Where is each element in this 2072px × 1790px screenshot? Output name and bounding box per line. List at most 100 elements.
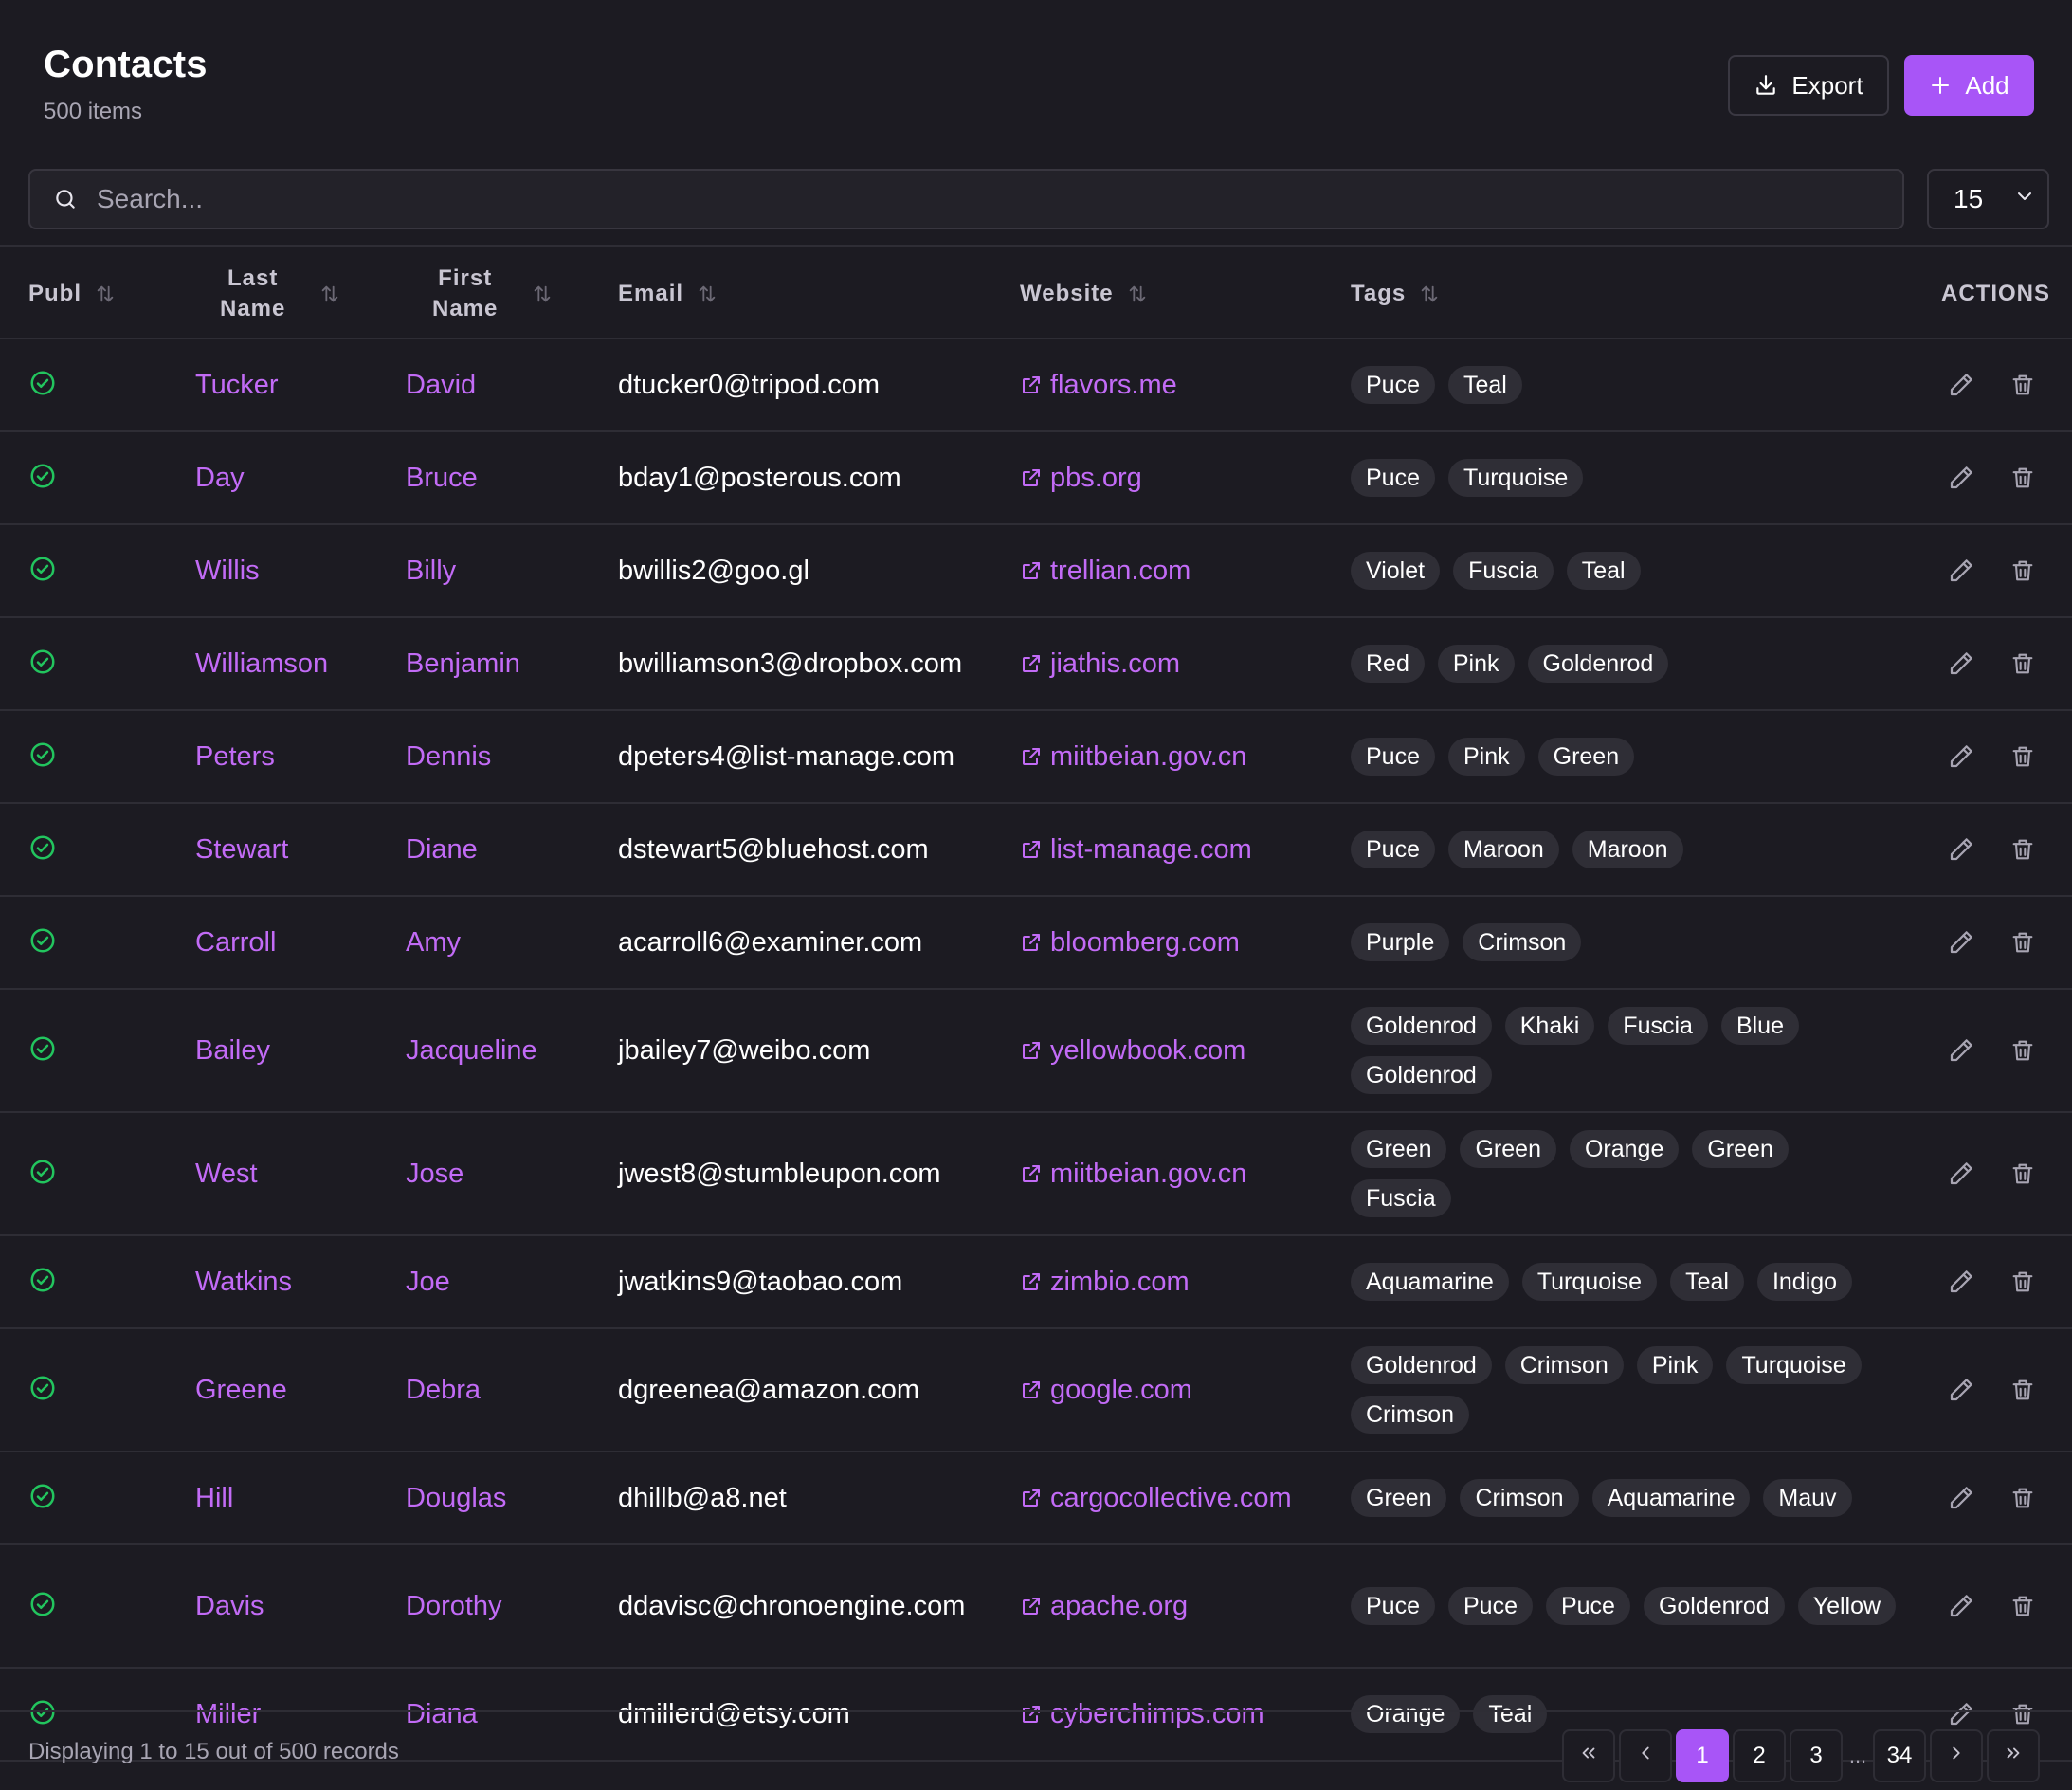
first-name-link[interactable]: Jose [406, 1113, 463, 1234]
edit-button[interactable] [1947, 1113, 1975, 1234]
edit-button[interactable] [1947, 339, 1975, 430]
last-name-link[interactable]: Day [195, 432, 245, 523]
first-name-link[interactable]: Debra [406, 1329, 481, 1451]
table-row[interactable]: Greene Debra dgreenea@amazon.com google.com… [0, 1329, 2072, 1452]
delete-button[interactable] [2009, 525, 2036, 616]
next-page-button[interactable] [1930, 1729, 1983, 1782]
delete-button[interactable] [2009, 1329, 2036, 1451]
first-name-link[interactable]: Bruce [406, 432, 478, 523]
first-name-link[interactable]: Dorothy [406, 1545, 502, 1667]
table-row[interactable]: Bailey Jacqueline jbailey7@weibo.com yellow… [0, 990, 2072, 1113]
export-button[interactable]: Export [1728, 55, 1889, 116]
first-name-link[interactable]: Diane [406, 804, 478, 895]
prev-page-button[interactable] [1619, 1729, 1672, 1782]
first-name-link[interactable]: Benjamin [406, 618, 520, 709]
edit-button[interactable] [1947, 1452, 1975, 1543]
sort-icon[interactable] [1127, 283, 1148, 304]
delete-button[interactable] [2009, 990, 2036, 1111]
last-name-link[interactable]: Hill [195, 1452, 233, 1543]
column-header-tags[interactable]: Tags [1351, 247, 1440, 341]
page-button-1[interactable]: 1 [1676, 1729, 1729, 1782]
website-link[interactable]: google.com [1020, 1329, 1192, 1451]
website-link[interactable]: yellowbook.com [1020, 990, 1245, 1111]
search-box[interactable] [28, 169, 1904, 229]
first-name-link[interactable]: Dennis [406, 711, 491, 802]
last-name-link[interactable]: Greene [195, 1329, 287, 1451]
column-header-first-name[interactable]: First Name [432, 247, 553, 341]
website-link[interactable]: flavors.me [1020, 339, 1177, 430]
column-header-website[interactable]: Website [1020, 247, 1148, 341]
last-name-link[interactable]: Bailey [195, 990, 270, 1111]
first-name-link[interactable]: Billy [406, 525, 456, 616]
last-name-link[interactable]: Carroll [195, 897, 276, 988]
last-name-link[interactable]: Williamson [195, 618, 328, 709]
sort-icon[interactable] [532, 283, 553, 304]
column-header-email[interactable]: Email [618, 247, 718, 341]
search-input[interactable] [97, 184, 1902, 214]
website-link[interactable]: jiathis.com [1020, 618, 1180, 709]
website-link[interactable]: pbs.org [1020, 432, 1142, 523]
delete-button[interactable] [2009, 1545, 2036, 1667]
delete-button[interactable] [2009, 1236, 2036, 1327]
website-link[interactable]: trellian.com [1020, 525, 1190, 616]
website-link[interactable]: apache.org [1020, 1545, 1188, 1667]
table-row[interactable]: Stewart Diane dstewart5@bluehost.com list-m… [0, 804, 2072, 897]
edit-button[interactable] [1947, 618, 1975, 709]
column-header-last-name[interactable]: Last Name [220, 247, 340, 341]
table-row[interactable]: West Jose jwest8@stumbleupon.com miitbeian.… [0, 1113, 2072, 1236]
last-name-link[interactable]: West [195, 1113, 258, 1234]
first-page-button[interactable] [1562, 1729, 1615, 1782]
first-name-link[interactable]: David [406, 339, 476, 430]
edit-button[interactable] [1947, 1236, 1975, 1327]
delete-button[interactable] [2009, 1113, 2036, 1234]
last-page-button[interactable] [1987, 1729, 2040, 1782]
column-header-published[interactable]: Publ [28, 247, 116, 341]
last-name-link[interactable]: Stewart [195, 804, 288, 895]
edit-button[interactable] [1947, 1545, 1975, 1667]
add-button[interactable]: Add [1904, 55, 2034, 116]
delete-button[interactable] [2009, 339, 2036, 430]
last-name-link[interactable]: Davis [195, 1545, 264, 1667]
page-button-2[interactable]: 2 [1733, 1729, 1786, 1782]
last-name-link[interactable]: Willis [195, 525, 260, 616]
delete-button[interactable] [2009, 897, 2036, 988]
table-row[interactable]: Hill Douglas dhillb@a8.net cargocollective.… [0, 1452, 2072, 1545]
page-button-3[interactable]: 3 [1790, 1729, 1843, 1782]
table-row[interactable]: Williamson Benjamin bwilliamson3@dropbox.c… [0, 618, 2072, 711]
table-row[interactable]: Day Bruce bday1@posterous.com pbs.org Puce Tu… [0, 432, 2072, 525]
table-row[interactable]: Tucker David dtucker0@tripod.com flavors.me… [0, 339, 2072, 432]
sort-icon[interactable] [319, 283, 340, 304]
website-link[interactable]: cargocollective.com [1020, 1452, 1292, 1543]
first-name-link[interactable]: Douglas [406, 1452, 506, 1543]
delete-button[interactable] [2009, 804, 2036, 895]
website-link[interactable]: list-manage.com [1020, 804, 1252, 895]
edit-button[interactable] [1947, 711, 1975, 802]
delete-button[interactable] [2009, 1452, 2036, 1543]
delete-button[interactable] [2009, 432, 2036, 523]
first-name-link[interactable]: Amy [406, 897, 461, 988]
website-link[interactable]: bloomberg.com [1020, 897, 1240, 988]
sort-icon[interactable] [1419, 283, 1440, 304]
edit-button[interactable] [1947, 804, 1975, 895]
edit-button[interactable] [1947, 1329, 1975, 1451]
last-name-link[interactable]: Tucker [195, 339, 279, 430]
last-name-link[interactable]: Peters [195, 711, 275, 802]
delete-button[interactable] [2009, 711, 2036, 802]
table-row[interactable]: Carroll Amy acarroll6@examiner.com bloomber… [0, 897, 2072, 990]
edit-button[interactable] [1947, 525, 1975, 616]
table-row[interactable]: Peters Dennis dpeters4@list-manage.com miit… [0, 711, 2072, 804]
sort-icon[interactable] [95, 283, 116, 304]
edit-button[interactable] [1947, 432, 1975, 523]
first-name-link[interactable]: Jacqueline [406, 990, 537, 1111]
sort-icon[interactable] [697, 283, 718, 304]
table-row[interactable]: Willis Billy bwillis2@goo.gl trellian.com Vi… [0, 525, 2072, 618]
website-link[interactable]: miitbeian.gov.cn [1020, 711, 1246, 802]
website-link[interactable]: miitbeian.gov.cn [1020, 1113, 1246, 1234]
table-row[interactable]: Watkins Joe jwatkins9@taobao.com zimbio.com… [0, 1236, 2072, 1329]
delete-button[interactable] [2009, 618, 2036, 709]
table-row[interactable]: Davis Dorothy ddavisc@chronoengine.com apac… [0, 1545, 2072, 1669]
edit-button[interactable] [1947, 897, 1975, 988]
last-name-link[interactable]: Watkins [195, 1236, 292, 1327]
edit-button[interactable] [1947, 990, 1975, 1111]
first-name-link[interactable]: Joe [406, 1236, 450, 1327]
